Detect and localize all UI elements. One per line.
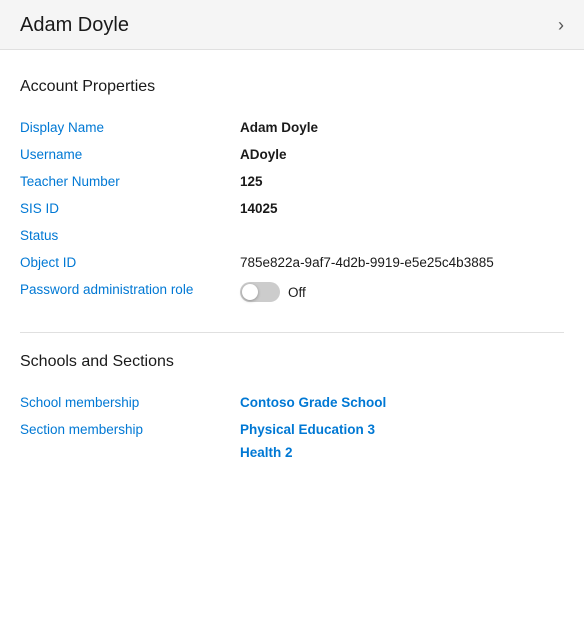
section-link-1[interactable]: Health 2 [240, 445, 564, 460]
school-membership-value: Contoso Grade School [240, 389, 564, 416]
property-value-1: ADoyle [240, 141, 564, 168]
school-membership-label: School membership [20, 389, 240, 416]
property-label-4: Status [20, 222, 240, 249]
property-row-3: SIS ID14025 [20, 195, 564, 222]
schools-table: School membership Contoso Grade School S… [20, 389, 564, 466]
section-membership-row: Section membership Physical Education 3 H… [20, 416, 564, 466]
main-content: Account Properties Display NameAdam Doyl… [0, 50, 584, 466]
property-value-0: Adam Doyle [240, 114, 564, 141]
page-title: Adam Doyle [20, 14, 129, 37]
property-value-4 [240, 222, 564, 249]
section-links-list: Physical Education 3 Health 2 [240, 422, 564, 460]
password-admin-toggle[interactable] [240, 282, 280, 302]
property-row-1: UsernameADoyle [20, 141, 564, 168]
toggle-container-6: Off [240, 282, 564, 302]
property-label-2: Teacher Number [20, 168, 240, 195]
property-row-0: Display NameAdam Doyle [20, 114, 564, 141]
property-label-6: Password administration role [20, 276, 240, 308]
property-label-3: SIS ID [20, 195, 240, 222]
school-membership-link[interactable]: Contoso Grade School [240, 395, 386, 410]
toggle-knob [242, 284, 258, 300]
section-membership-label: Section membership [20, 416, 240, 466]
chevron-right-icon[interactable]: › [558, 15, 564, 36]
property-row-5: Object ID785e822a-9af7-4d2b-9919-e5e25c4… [20, 249, 564, 276]
toggle-off-label: Off [288, 285, 306, 300]
school-membership-row: School membership Contoso Grade School [20, 389, 564, 416]
property-value-3: 14025 [240, 195, 564, 222]
property-row-2: Teacher Number125 [20, 168, 564, 195]
section-divider [20, 332, 564, 333]
schools-sections-section: Schools and Sections School membership C… [20, 353, 564, 466]
property-label-5: Object ID [20, 249, 240, 276]
account-properties-table: Display NameAdam DoyleUsernameADoyleTeac… [20, 114, 564, 308]
account-properties-title: Account Properties [20, 78, 564, 96]
property-label-0: Display Name [20, 114, 240, 141]
section-link-0[interactable]: Physical Education 3 [240, 422, 564, 437]
page-header: Adam Doyle › [0, 0, 584, 50]
property-row-4: Status [20, 222, 564, 249]
property-value-5: 785e822a-9af7-4d2b-9919-e5e25c4b3885 [240, 249, 564, 276]
property-value-6[interactable]: Off [240, 276, 564, 308]
section-links-container: Physical Education 3 Health 2 [240, 416, 564, 466]
schools-sections-title: Schools and Sections [20, 353, 564, 371]
property-value-2: 125 [240, 168, 564, 195]
property-row-6: Password administration role Off [20, 276, 564, 308]
property-label-1: Username [20, 141, 240, 168]
